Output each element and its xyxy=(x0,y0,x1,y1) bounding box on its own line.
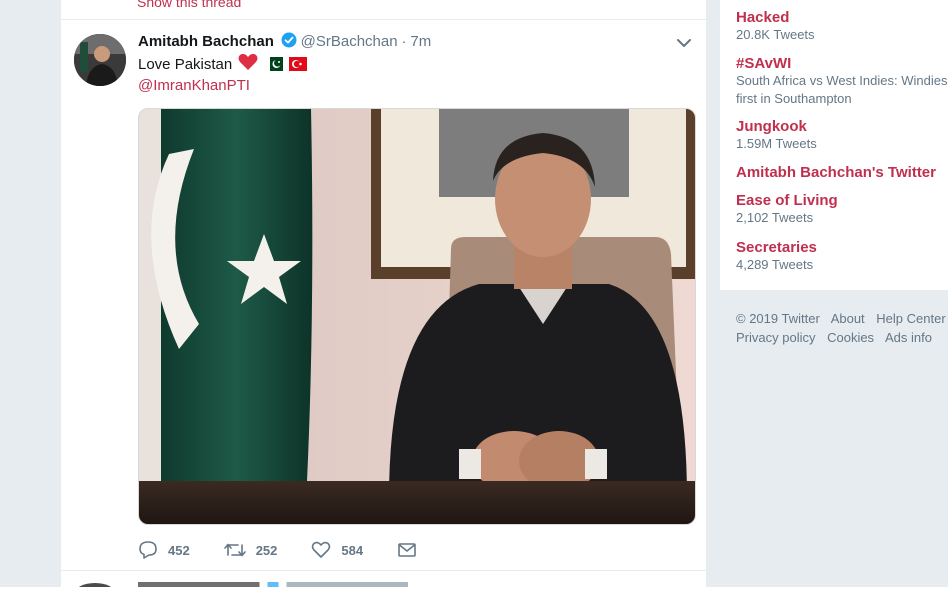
author-fullname[interactable]: Amitabh Bachchan xyxy=(138,33,274,50)
reply-count: 452 xyxy=(168,542,190,558)
tweet-timestamp[interactable]: 7m xyxy=(410,33,431,50)
pakistan-flag-icon xyxy=(264,57,283,71)
tweet-body: Love Pakistan xyxy=(138,56,233,73)
separator-dot: · xyxy=(401,33,407,50)
about-link[interactable]: About xyxy=(831,311,865,326)
trend-name[interactable]: #SAvWI xyxy=(736,55,948,72)
trend-item[interactable]: #SAvWI South Africa vs West Indies: Wind… xyxy=(736,55,948,108)
tweet-photo[interactable] xyxy=(138,108,696,525)
retweet-count: 252 xyxy=(255,542,278,558)
turkey-flag-icon xyxy=(288,57,307,71)
ads-info-link[interactable]: Ads info xyxy=(885,330,932,345)
tweet[interactable]: Amitabh Bachchan @SrBachchan · 7m Love P… xyxy=(61,20,706,570)
trend-tweet-count: 2,102 Tweets xyxy=(736,210,814,225)
timeline-column: Show this thread Amitabh Bachchan @SrBac… xyxy=(60,0,707,587)
reply-button[interactable]: 452 xyxy=(138,540,190,560)
heart-icon xyxy=(312,541,331,558)
previous-tweet-footer: Show this thread xyxy=(61,0,706,20)
trend-item[interactable]: Hacked 20.8K Tweets xyxy=(736,9,948,44)
direct-message-button[interactable] xyxy=(397,541,417,559)
privacy-policy-link[interactable]: Privacy policy xyxy=(736,330,815,345)
cookies-link[interactable]: Cookies xyxy=(827,330,874,345)
trend-item[interactable]: Ease of Living 2,102 Tweets xyxy=(736,192,948,227)
tweet-header: Amitabh Bachchan @SrBachchan · 7m xyxy=(138,32,431,52)
red-heart-icon xyxy=(238,53,258,70)
trend-name[interactable]: Jungkook xyxy=(736,118,948,135)
trend-description: South Africa vs West Indies: Windies fir… xyxy=(736,73,948,106)
avatar[interactable] xyxy=(74,34,126,86)
trend-item[interactable]: Secretaries 4,289 Tweets xyxy=(736,239,948,274)
verified-badge-icon xyxy=(281,32,297,48)
envelope-icon xyxy=(398,543,416,557)
reply-icon xyxy=(139,541,157,559)
author-username[interactable]: @SrBachchan xyxy=(301,33,398,50)
like-count: 584 xyxy=(341,542,364,558)
chevron-down-icon[interactable] xyxy=(675,36,693,50)
trend-name[interactable]: Hacked xyxy=(736,9,948,26)
retweet-button[interactable]: 252 xyxy=(223,540,278,560)
help-center-link[interactable]: Help Center xyxy=(876,311,945,326)
bottom-strip xyxy=(0,587,948,614)
trend-tweet-count: 4,289 Tweets xyxy=(736,257,814,272)
trend-name[interactable]: Ease of Living xyxy=(736,192,948,209)
trends-panel: Hacked 20.8K Tweets #SAvWI South Africa … xyxy=(720,0,948,290)
tweet-actions: 452 252 584 xyxy=(138,539,451,561)
trend-item[interactable]: Jungkook 1.59M Tweets xyxy=(736,118,948,153)
trend-item[interactable]: Amitabh Bachchan's Twitter xyxy=(736,164,948,181)
trend-name[interactable]: Secretaries xyxy=(736,239,948,256)
trend-tweet-count: 1.59M Tweets xyxy=(736,136,817,151)
mention-link[interactable]: @ImranKhanPTI xyxy=(138,77,250,94)
retweet-icon xyxy=(223,543,246,557)
like-button[interactable]: 584 xyxy=(311,540,363,560)
copyright-text: © 2019 Twitter xyxy=(736,311,820,326)
tweet-text: Love Pakistan xyxy=(138,53,307,73)
sidebar-footer: © 2019 Twitter About Help Center Privacy… xyxy=(736,309,948,347)
trend-tweet-count: 20.8K Tweets xyxy=(736,27,815,42)
trend-name[interactable]: Amitabh Bachchan's Twitter xyxy=(736,164,948,181)
avatar-image xyxy=(74,34,126,86)
photo-image xyxy=(139,109,695,524)
next-tweet-peek[interactable] xyxy=(61,570,706,587)
show-thread-link[interactable]: Show this thread xyxy=(137,0,241,10)
